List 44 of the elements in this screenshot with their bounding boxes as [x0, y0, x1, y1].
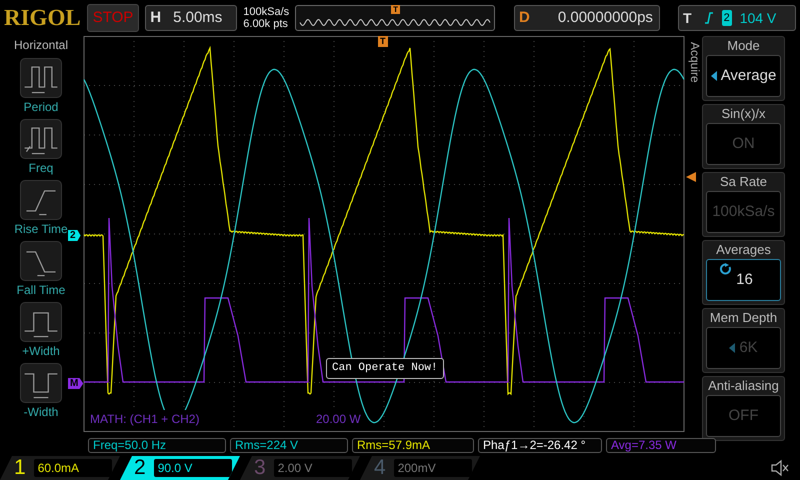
measure-button[interactable]	[20, 363, 62, 403]
channel-tab[interactable]: 4 200mV	[360, 456, 480, 480]
trigger-position-marker: T	[378, 36, 388, 47]
measure-label: Rise Time	[14, 222, 68, 236]
measurement-readout: Freq=50.0 Hz	[88, 438, 226, 453]
memory-depth: 6.00k pts	[243, 18, 289, 30]
measure-label: +Width	[22, 344, 60, 358]
delay-display: D 0.00000000ps	[514, 5, 660, 31]
measurement-readout: Rms=57.9mA	[352, 438, 474, 453]
left-arrow-icon	[710, 71, 717, 81]
measurement-readout: Rms=224 V	[230, 438, 348, 453]
menu-softkey[interactable]: Averages 16	[702, 240, 785, 305]
measure-label: Fall Time	[16, 283, 66, 297]
channel-tab[interactable]: 2 90.0 V	[120, 456, 240, 480]
rising-edge-icon	[704, 11, 714, 25]
brand-logo: RIGOL	[4, 5, 81, 31]
trigger-marker: T	[391, 5, 400, 14]
channel-tab[interactable]: 3 2.00 V	[240, 456, 360, 480]
rotate-icon	[720, 263, 732, 275]
measurement-readout: Phaƒ1→2=-26.42 °	[478, 438, 602, 453]
measure-button[interactable]	[20, 58, 62, 98]
message-popup: Can Operate Now!	[326, 358, 444, 378]
mute-icon[interactable]	[770, 458, 790, 478]
measure-button[interactable]	[20, 302, 62, 342]
math-label: MATH: (CH1 + CH2)	[90, 410, 200, 428]
menu-section-label: Acquire	[688, 40, 702, 100]
left-arrow-icon	[729, 343, 736, 353]
measurement-readout: Avg=7.35 W	[606, 438, 716, 453]
channel-marker: M	[68, 378, 84, 389]
channel-marker: 2	[68, 230, 81, 241]
measure-button[interactable]	[20, 119, 62, 159]
measure-button[interactable]	[20, 241, 62, 281]
measure-label: Freq	[28, 161, 54, 175]
trigger-level-marker	[686, 172, 696, 182]
sample-rate: 100kSa/s	[243, 6, 290, 18]
channel-tab[interactable]: 1 60.0mA	[0, 456, 120, 480]
menu-title: Horizontal	[12, 37, 70, 54]
trigger-display: T 2 104 V	[678, 5, 796, 31]
measure-label: -Width	[24, 405, 58, 419]
measure-button[interactable]	[20, 180, 62, 220]
measure-label: Period	[24, 100, 58, 114]
math-scale: 20.00 W	[316, 410, 361, 428]
menu-softkey[interactable]: Mode Average	[702, 36, 785, 101]
timebase-display: H 5.00ms	[145, 5, 238, 31]
